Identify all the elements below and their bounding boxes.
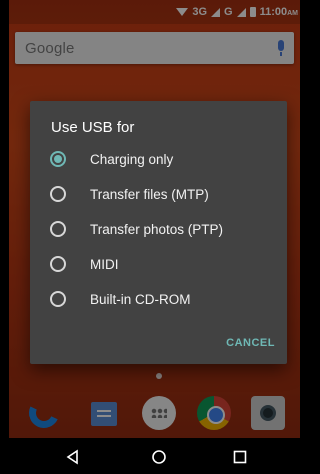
option-built-in-cd-rom[interactable]: Built-in CD-ROM [30,282,287,316]
back-icon[interactable] [64,448,82,466]
navigation-bar [9,438,300,474]
option-label: MIDI [90,256,119,272]
cancel-button[interactable]: CANCEL [226,337,275,349]
radio-icon[interactable] [50,186,66,202]
option-label: Transfer photos (PTP) [90,221,224,237]
recent-apps-icon[interactable] [231,448,249,466]
option-midi[interactable]: MIDI [30,247,287,281]
radio-icon[interactable] [50,291,66,307]
option-label: Charging only [90,151,174,167]
home-screen: 3G G 11:00AM Google Use USB for Charging… [9,0,300,474]
option-label: Built-in CD-ROM [90,291,191,307]
option-transfer-files[interactable]: Transfer files (MTP) [30,177,287,211]
radio-selected-icon[interactable] [50,151,66,167]
dialog-title: Use USB for [51,119,135,136]
usb-mode-dialog: Use USB for Charging only Transfer files… [30,101,287,364]
home-icon[interactable] [150,448,168,466]
option-label: Transfer files (MTP) [90,186,209,202]
radio-icon[interactable] [50,221,66,237]
option-charging-only[interactable]: Charging only [30,142,287,176]
radio-icon[interactable] [50,256,66,272]
option-transfer-photos[interactable]: Transfer photos (PTP) [30,212,287,246]
